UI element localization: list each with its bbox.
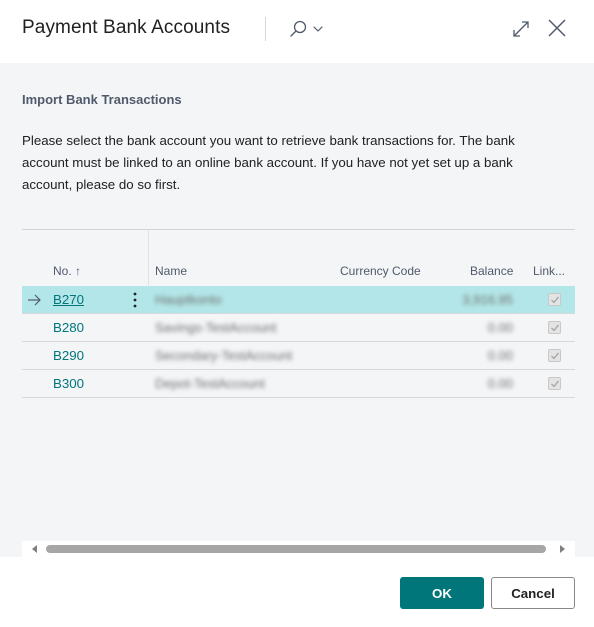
table-row[interactable]: B300 Depot-TestAccount 0.00 [22, 370, 575, 398]
ok-button[interactable]: OK [400, 577, 484, 609]
column-header-linked[interactable]: Link... [533, 264, 565, 278]
row-linked-checkbox [548, 293, 561, 306]
search-button[interactable] [286, 16, 330, 44]
table-row[interactable]: B290 Secondary-TestAccount 0.00 [22, 342, 575, 370]
row-no-link[interactable]: B270 [53, 292, 84, 307]
column-header-name[interactable]: Name [155, 264, 187, 278]
arrow-right-icon [28, 294, 41, 306]
row-balance: 0.00 [487, 348, 513, 363]
row-name: Secondary-TestAccount [155, 348, 293, 363]
header-column-divider [148, 230, 149, 285]
row-linked-checkbox [548, 349, 561, 362]
dialog-titlebar: Payment Bank Accounts [0, 0, 594, 63]
close-icon [548, 19, 566, 37]
column-header-no[interactable]: No. ↑ [53, 264, 81, 278]
row-name: Hauptkonto [155, 292, 222, 307]
row-no-link[interactable]: B280 [53, 320, 84, 335]
row-balance: 0.00 [487, 320, 513, 335]
more-vertical-icon[interactable] [128, 290, 142, 310]
scroll-right-icon[interactable] [557, 544, 567, 554]
row-name: Savings-TestAccount [155, 320, 277, 335]
close-button[interactable] [544, 15, 570, 41]
grid-top-divider [22, 229, 575, 230]
horizontal-scrollbar[interactable] [22, 541, 575, 557]
title-divider [265, 17, 266, 41]
bank-accounts-grid: No. ↑ Name Currency Code Balance Link...… [22, 229, 575, 554]
table-row[interactable]: B280 Savings-TestAccount 0.00 [22, 314, 575, 342]
column-header-currency-code[interactable]: Currency Code [340, 264, 421, 278]
instruction-text: Please select the bank account you want … [22, 133, 515, 192]
scrollbar-thumb[interactable] [46, 545, 546, 553]
table-row[interactable]: B270 Hauptkonto 3,916.95 [22, 286, 575, 314]
expand-icon [513, 21, 529, 37]
row-linked-checkbox [548, 321, 561, 334]
search-icon [290, 20, 323, 37]
row-name: Depot-TestAccount [155, 376, 265, 391]
cancel-button[interactable]: Cancel [491, 577, 575, 609]
column-header-balance[interactable]: Balance [470, 264, 513, 278]
dialog-title: Payment Bank Accounts [22, 17, 231, 38]
dialog-footer: OK Cancel [0, 557, 594, 627]
dialog-content: Import Bank Transactions Please select t… [0, 63, 594, 557]
section-title: Import Bank Transactions [22, 92, 182, 107]
scroll-left-icon[interactable] [30, 544, 40, 554]
row-linked-checkbox [548, 377, 561, 390]
row-no-link[interactable]: B300 [53, 376, 84, 391]
expand-button[interactable] [508, 16, 534, 42]
row-balance: 0.00 [487, 376, 513, 391]
row-no-link[interactable]: B290 [53, 348, 84, 363]
row-balance: 3,916.95 [462, 292, 513, 307]
